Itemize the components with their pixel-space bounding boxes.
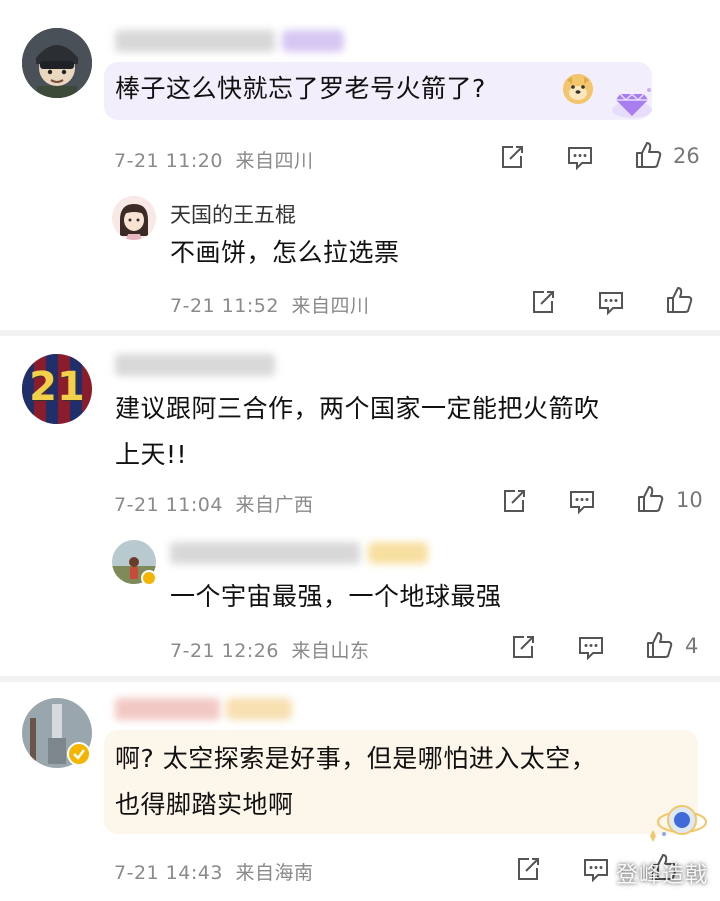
comment-text: 棒子这么快就忘了罗老号火箭了? <box>115 74 486 103</box>
comment-icon[interactable] <box>581 854 611 884</box>
comment-text-line1: 建议跟阿三合作，两个国家一定能把火箭吹 <box>115 394 600 423</box>
watermark: 登峰造戟 <box>615 863 708 888</box>
comment-text-line2: 上天!! <box>115 440 188 469</box>
user-badge-blurred <box>226 698 292 720</box>
reply-comment-icon[interactable] <box>596 287 626 317</box>
verified-icon <box>67 742 91 766</box>
verified-icon <box>141 570 157 586</box>
username-blurred[interactable] <box>115 698 220 720</box>
reply-text: 一个宇宙最强，一个地球最强 <box>170 582 502 611</box>
reply-share-icon[interactable] <box>528 287 558 317</box>
reply-avatar-image <box>112 196 156 240</box>
comment-date: 7-21 14:43 <box>114 862 223 884</box>
comment-3: 啊? 太空探索是好事，但是哪怕进入太空， 也得脚踏实地啊 7-21 14:43 … <box>0 682 720 901</box>
like-count: 26 <box>673 144 700 168</box>
username-blurred[interactable] <box>115 30 275 52</box>
gem-badge-icon <box>608 82 656 122</box>
comment-timestamp: 7-21 11:20 来自四川 <box>114 146 313 173</box>
comment-text-line2: 也得脚踏实地啊 <box>115 790 294 819</box>
reply-text: 不画饼，怎么拉选票 <box>170 238 400 267</box>
comment-timestamp: 7-21 11:04 来自广西 <box>114 490 313 517</box>
share-icon[interactable] <box>513 854 543 884</box>
comment-date: 7-21 11:04 <box>114 494 223 516</box>
reply-location: 来自山东 <box>291 640 370 662</box>
comment-1: 棒子这么快就忘了罗老号火箭了? 7-21 11:20 来自四川 26 天国的王五… <box>0 0 720 330</box>
reply-share-icon[interactable] <box>508 632 538 662</box>
user-badge-blurred <box>282 30 344 52</box>
planet-badge-icon <box>644 790 710 846</box>
reply-like-icon[interactable] <box>644 630 674 660</box>
like-count: 10 <box>676 488 703 512</box>
reply-date: 7-21 12:26 <box>170 640 279 662</box>
reply-date: 7-21 11:52 <box>170 295 279 317</box>
avatar-number: 21 <box>29 364 85 410</box>
comment-date: 7-21 11:20 <box>114 150 223 172</box>
comment-text: 啊? 太空探索是好事，但是哪怕进入太空， 也得脚踏实地啊 <box>115 736 596 828</box>
reply-comment-icon[interactable] <box>576 632 606 662</box>
reply-username[interactable]: 天国的王五棍 <box>170 199 296 229</box>
comment-location: 来自四川 <box>235 150 314 172</box>
avatar[interactable] <box>22 28 92 98</box>
username-blurred[interactable] <box>115 354 275 376</box>
reply-timestamp: 7-21 12:26 来自山东 <box>170 636 369 663</box>
like-icon[interactable] <box>635 484 665 514</box>
share-icon[interactable] <box>499 486 529 516</box>
reply-badge-blurred <box>368 542 428 564</box>
like-icon[interactable] <box>633 140 663 170</box>
reply-timestamp: 7-21 11:52 来自四川 <box>170 291 369 318</box>
comment-icon[interactable] <box>565 142 595 172</box>
comment-text-line1: 啊? 太空探索是好事，但是哪怕进入太空， <box>115 744 597 773</box>
reply-like-count: 4 <box>685 634 699 658</box>
reply-like-icon[interactable] <box>664 285 694 315</box>
reply-username-blurred[interactable] <box>170 542 360 564</box>
comment-text: 建议跟阿三合作，两个国家一定能把火箭吹 上天!! <box>115 386 600 478</box>
reply-avatar[interactable] <box>112 196 156 240</box>
reply-location: 来自四川 <box>291 295 370 317</box>
doge-emoji-icon <box>563 74 593 104</box>
comment-location: 来自广西 <box>235 494 314 516</box>
comment-timestamp: 7-21 14:43 来自海南 <box>114 858 313 885</box>
avatar-image <box>22 28 92 98</box>
share-icon[interactable] <box>497 142 527 172</box>
comment-2: 21 建议跟阿三合作，两个国家一定能把火箭吹 上天!! 7-21 11:04 来… <box>0 336 720 676</box>
comment-icon[interactable] <box>567 486 597 516</box>
comment-location: 来自海南 <box>235 862 314 884</box>
